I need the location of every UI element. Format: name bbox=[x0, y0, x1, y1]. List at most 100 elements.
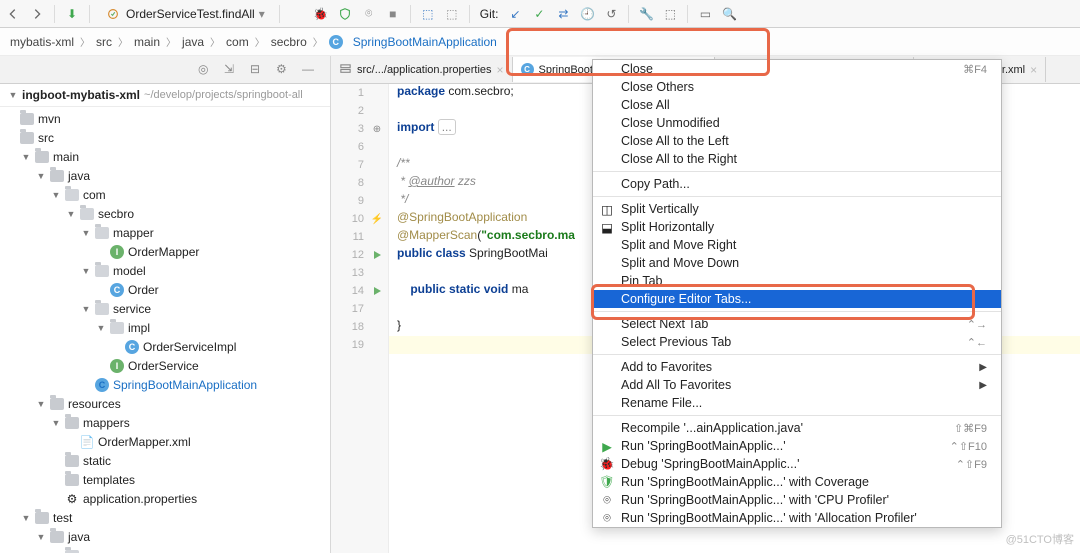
menu-item[interactable]: Close Unmodified bbox=[593, 114, 1001, 132]
tree-node[interactable]: ⚙application.properties bbox=[0, 489, 330, 508]
tree-node[interactable]: 📄OrderMapper.xml bbox=[0, 432, 330, 451]
menu-item[interactable]: Select Previous Tab⌃← bbox=[593, 333, 1001, 351]
run-config-select[interactable]: OrderServiceTest.findAll ▾ bbox=[98, 5, 271, 23]
xml-icon: 📄 bbox=[80, 435, 94, 449]
tree-node[interactable]: COrder bbox=[0, 280, 330, 299]
menu-item[interactable]: 🛡Run 'SpringBootMainApplic...' with Cove… bbox=[593, 473, 1001, 491]
menu-item[interactable]: Split and Move Right bbox=[593, 236, 1001, 254]
vcs-rollback-icon[interactable]: ↺ bbox=[602, 5, 620, 23]
find-icon[interactable]: 🔍 bbox=[720, 5, 738, 23]
tree-node[interactable]: COrderServiceImpl bbox=[0, 337, 330, 356]
tree-label: mapper bbox=[113, 226, 154, 240]
menu-item[interactable]: ⌾Run 'SpringBootMainApplic...' with 'All… bbox=[593, 509, 1001, 527]
tree-node[interactable]: src bbox=[0, 128, 330, 147]
tree-label: main bbox=[53, 150, 79, 164]
menu-item[interactable]: Close All to the Right bbox=[593, 150, 1001, 168]
coverage-icon[interactable] bbox=[336, 5, 354, 23]
tree-node[interactable]: ▼impl bbox=[0, 318, 330, 337]
menu-item[interactable]: ⬓Split Horizontally bbox=[593, 218, 1001, 236]
search-everywhere-icon[interactable]: 🔧 bbox=[637, 5, 655, 23]
expand-icon[interactable]: ⇲ bbox=[224, 62, 240, 78]
menu-item[interactable]: ⌾Run 'SpringBootMainApplic...' with 'CPU… bbox=[593, 491, 1001, 509]
close-icon[interactable]: × bbox=[497, 63, 504, 77]
hide-icon[interactable]: — bbox=[302, 62, 318, 78]
tree-node[interactable]: ▼java bbox=[0, 527, 330, 546]
tree-node[interactable]: static bbox=[0, 451, 330, 470]
menu-item[interactable]: ◫Split Vertically bbox=[593, 200, 1001, 218]
tree-node[interactable]: ▼mappers bbox=[0, 413, 330, 432]
add-config-icon[interactable]: ⬇ bbox=[63, 5, 81, 23]
run-icon[interactable] bbox=[288, 5, 306, 23]
tree-node[interactable]: CSpringBootMainApplication bbox=[0, 375, 330, 394]
deploy-icon[interactable]: ⬚ bbox=[419, 5, 437, 23]
run-gutter-icon[interactable] bbox=[370, 248, 384, 262]
layout-icon[interactable]: ▭ bbox=[696, 5, 714, 23]
menu-item[interactable]: Add to Favorites▶ bbox=[593, 358, 1001, 376]
menu-item[interactable]: Add All To Favorites▶ bbox=[593, 376, 1001, 394]
tree-label: SpringBootMainApplication bbox=[113, 378, 257, 392]
tree-node[interactable]: IOrderMapper bbox=[0, 242, 330, 261]
locate-icon[interactable]: ◎ bbox=[198, 62, 214, 78]
properties-icon: ⚙ bbox=[65, 492, 79, 506]
back-icon[interactable] bbox=[4, 5, 22, 23]
breadcrumb-current[interactable]: SpringBootMainApplication bbox=[353, 35, 497, 49]
tree-label: mappers bbox=[83, 416, 130, 430]
stop-icon[interactable]: ■ bbox=[384, 5, 402, 23]
crumb[interactable]: mybatis-xml bbox=[10, 35, 74, 49]
tree-node[interactable]: ▼secbro bbox=[0, 204, 330, 223]
menu-item[interactable]: Close All bbox=[593, 96, 1001, 114]
menu-item[interactable]: Copy Path... bbox=[593, 175, 1001, 193]
menu-item[interactable]: Pin Tab bbox=[593, 272, 1001, 290]
tree-node[interactable]: ▼mapper bbox=[0, 223, 330, 242]
settings-icon[interactable]: ⬚ bbox=[661, 5, 679, 23]
tree-node[interactable]: IOrderService bbox=[0, 356, 330, 375]
tree-node[interactable]: ▼model bbox=[0, 261, 330, 280]
attach-icon[interactable]: ⬚ bbox=[443, 5, 461, 23]
close-icon[interactable]: × bbox=[1030, 63, 1037, 77]
vcs-commit-icon[interactable]: ✓ bbox=[530, 5, 548, 23]
folder-icon bbox=[50, 531, 64, 543]
debug-icon[interactable]: 🐞 bbox=[312, 5, 330, 23]
tree-node[interactable]: ▼service bbox=[0, 299, 330, 318]
tree-node[interactable]: templates bbox=[0, 470, 330, 489]
tree-node[interactable]: ▼test bbox=[0, 508, 330, 527]
crumb[interactable]: java bbox=[182, 35, 204, 49]
fold-icon[interactable]: ⊕ bbox=[370, 122, 384, 136]
tree-node[interactable]: ▼com bbox=[0, 546, 330, 553]
crumb[interactable]: main bbox=[134, 35, 160, 49]
project-panel: ▼ ingboot-mybatis-xml ~/develop/projects… bbox=[0, 84, 331, 553]
profile-icon[interactable]: ⌾ bbox=[360, 5, 378, 23]
forward-icon[interactable] bbox=[28, 5, 46, 23]
menu-item[interactable]: Split and Move Down bbox=[593, 254, 1001, 272]
menu-item[interactable]: Close All to the Left bbox=[593, 132, 1001, 150]
project-root[interactable]: ▼ ingboot-mybatis-xml ~/develop/projects… bbox=[0, 84, 330, 107]
vcs-update-icon[interactable]: ↙ bbox=[506, 5, 524, 23]
crumb[interactable]: com bbox=[226, 35, 249, 49]
menu-item[interactable]: Rename File... bbox=[593, 394, 1001, 412]
spring-icon[interactable]: ⚡ bbox=[370, 212, 384, 226]
crumb[interactable]: secbro bbox=[271, 35, 307, 49]
menu-item[interactable]: Select Next Tab⌃→ bbox=[593, 315, 1001, 333]
tree-node[interactable]: ▼resources bbox=[0, 394, 330, 413]
crumb[interactable]: src bbox=[96, 35, 112, 49]
menu-item[interactable]: 🐞Debug 'SpringBootMainApplic...'⌃⇧F9 bbox=[593, 455, 1001, 473]
tree-label: Order bbox=[128, 283, 159, 297]
vcs-history-icon[interactable]: 🕘 bbox=[578, 5, 596, 23]
menu-item[interactable]: Configure Editor Tabs... bbox=[593, 290, 1001, 308]
tree-node[interactable]: ▼com bbox=[0, 185, 330, 204]
editor-tab[interactable]: src/.../application.properties× bbox=[331, 57, 513, 82]
run-gutter-icon[interactable] bbox=[370, 284, 384, 298]
menu-item[interactable]: ▶Run 'SpringBootMainApplic...'⌃⇧F10 bbox=[593, 437, 1001, 455]
tree-node[interactable]: ▼java bbox=[0, 166, 330, 185]
class-icon: C bbox=[521, 63, 534, 76]
vcs-compare-icon[interactable]: ⇄ bbox=[554, 5, 572, 23]
tree-label: static bbox=[83, 454, 111, 468]
menu-item[interactable]: Close⌘F4 bbox=[593, 60, 1001, 78]
menu-item[interactable]: Close Others bbox=[593, 78, 1001, 96]
tree-node[interactable]: mvn bbox=[0, 109, 330, 128]
tree-node[interactable]: ▼main bbox=[0, 147, 330, 166]
menu-item[interactable]: Recompile '...ainApplication.java'⇧⌘F9 bbox=[593, 419, 1001, 437]
split-vertical-icon: ◫ bbox=[600, 202, 614, 216]
gear-icon[interactable]: ⚙ bbox=[276, 62, 292, 78]
collapse-icon[interactable]: ⊟ bbox=[250, 62, 266, 78]
